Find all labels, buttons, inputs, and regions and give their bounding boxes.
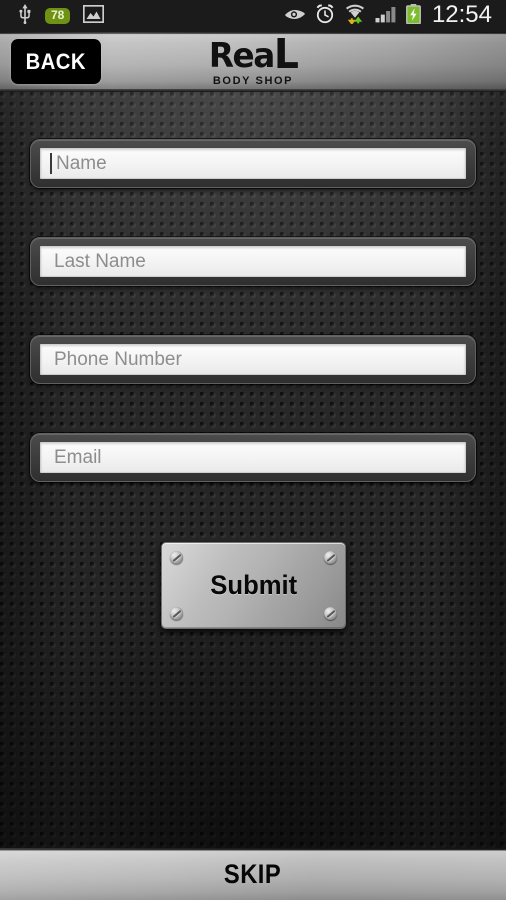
phone-number-field-bezel[interactable]: Phone Number: [30, 335, 476, 384]
submit-button-label: Submit: [210, 570, 297, 600]
phone-number-placeholder: Phone Number: [54, 348, 182, 370]
status-bar-left-icons: 78: [0, 3, 105, 29]
first-name-input[interactable]: Name: [40, 148, 466, 179]
image-icon: [83, 4, 105, 28]
status-bar-clock: 12:54: [431, 1, 492, 28]
field-row-phone-number: Phone Number: [0, 335, 506, 384]
status-bar-right-icons: 12:54: [284, 3, 506, 29]
status-bar: 78 12:54: [0, 0, 506, 32]
battery-charging-icon: [405, 3, 421, 29]
logo-wordmark-text: Rea: [208, 36, 274, 76]
cell-signal-icon: [375, 5, 397, 28]
first-name-field-bezel[interactable]: Name: [30, 139, 476, 188]
last-name-placeholder: Last Name: [54, 250, 146, 272]
last-name-field-bezel[interactable]: Last Name: [30, 237, 476, 286]
email-placeholder: Email: [54, 446, 102, 468]
back-button[interactable]: BACK: [11, 39, 101, 84]
screw-icon: [170, 607, 183, 620]
usb-icon: [18, 3, 32, 29]
screw-icon: [170, 551, 183, 564]
wifi-transfer-icon: [344, 4, 366, 29]
email-field-bezel[interactable]: Email: [30, 433, 476, 482]
field-row-first-name: Name: [0, 139, 506, 188]
battery-percent-badge: 78: [45, 7, 71, 25]
last-name-input[interactable]: Last Name: [40, 246, 466, 277]
app-screen: 78 12:54 BACK ReaL BODY SHOP Name Last N…: [0, 0, 506, 900]
text-caret: [50, 153, 52, 174]
skip-button[interactable]: SKIP: [0, 848, 506, 900]
back-button-label: BACK: [25, 48, 87, 74]
field-row-email: Email: [0, 433, 506, 482]
email-input[interactable]: Email: [40, 442, 466, 473]
skip-button-label: SKIP: [224, 858, 282, 889]
logo-tagline: BODY SHOP: [212, 74, 294, 87]
field-row-last-name: Last Name: [0, 237, 506, 286]
logo-wordmark: ReaL: [208, 34, 298, 76]
alarm-clock-icon: [315, 4, 335, 29]
eye-icon: [284, 7, 306, 26]
app-header: BACK ReaL BODY SHOP: [0, 32, 506, 92]
first-name-placeholder: Name: [56, 152, 107, 174]
submit-button[interactable]: Submit: [161, 542, 346, 629]
screw-icon: [324, 607, 337, 620]
logo-wordmark-tail: L: [273, 30, 298, 78]
phone-number-input[interactable]: Phone Number: [40, 344, 466, 375]
screw-icon: [324, 551, 337, 564]
